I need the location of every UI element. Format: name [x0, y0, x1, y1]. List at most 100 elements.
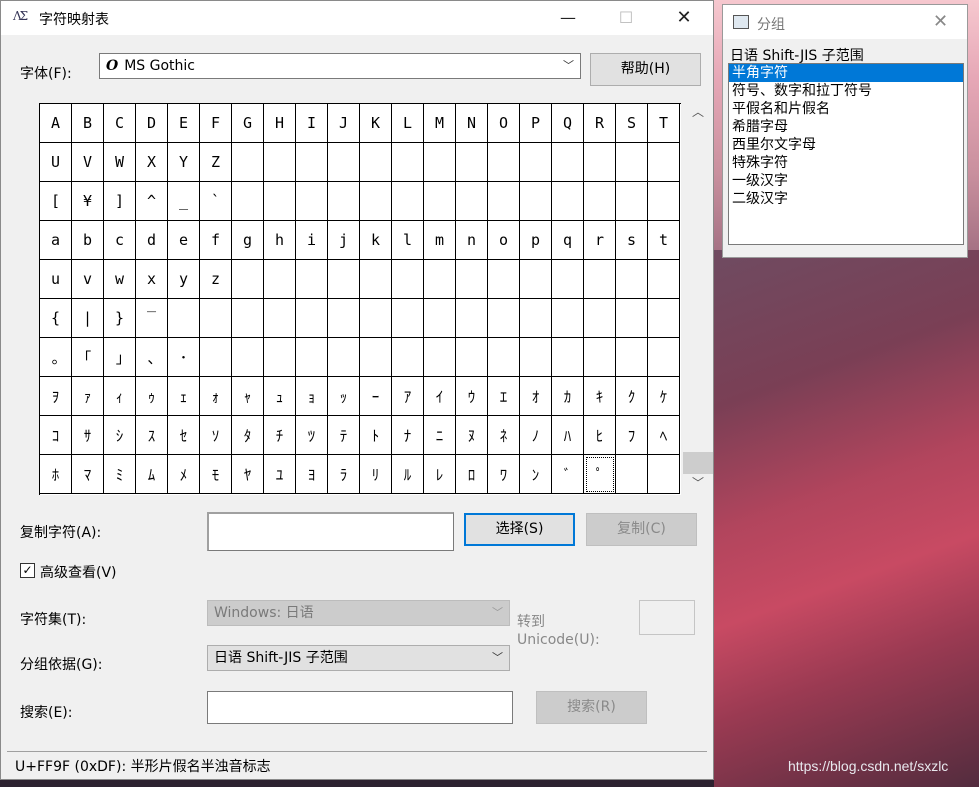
char-cell[interactable]: g — [232, 221, 264, 260]
char-cell[interactable]: ｷ — [584, 377, 616, 416]
char-cell[interactable] — [648, 338, 680, 377]
char-cell[interactable]: ｾ — [168, 416, 200, 455]
char-cell[interactable] — [584, 260, 616, 299]
char-cell[interactable]: ﾒ — [168, 455, 200, 494]
char-cell[interactable] — [520, 338, 552, 377]
char-cell[interactable] — [520, 299, 552, 338]
char-cell[interactable] — [648, 260, 680, 299]
char-cell[interactable]: k — [360, 221, 392, 260]
char-cell[interactable] — [552, 338, 584, 377]
char-cell[interactable] — [616, 338, 648, 377]
char-cell[interactable]: M — [424, 104, 456, 143]
char-cell[interactable]: ｶ — [552, 377, 584, 416]
char-cell[interactable]: ﾈ — [488, 416, 520, 455]
char-cell[interactable]: ¥ — [72, 182, 104, 221]
char-cell[interactable]: B — [72, 104, 104, 143]
char-cell[interactable]: x — [136, 260, 168, 299]
group-list[interactable]: 半角字符 符号、数字和拉丁符号 平假名和片假名 希腊字母 西里尔文字母 特殊字符 一级汉字二… — [728, 63, 964, 245]
char-cell[interactable] — [328, 182, 360, 221]
char-cell[interactable] — [616, 260, 648, 299]
character-grid[interactable]: A B C D E F G H I J K L M N O P Q R S T U V W X Y Z [¥] ^ _ ` a b c d e f g h… — [39, 103, 681, 495]
copy-button[interactable]: 复制(C) — [586, 513, 697, 546]
char-cell[interactable] — [584, 182, 616, 221]
char-cell[interactable] — [456, 260, 488, 299]
char-cell[interactable]: ｵ — [520, 377, 552, 416]
groupby-select[interactable]: 日语 Shift-JIS 子范围 ﹀ — [207, 645, 510, 671]
char-cell[interactable] — [456, 299, 488, 338]
char-cell[interactable] — [456, 338, 488, 377]
char-cell[interactable]: ﾊ — [552, 416, 584, 455]
char-cell[interactable]: ｨ — [104, 377, 136, 416]
char-cell[interactable] — [392, 182, 424, 221]
char-cell[interactable]: q — [552, 221, 584, 260]
char-cell[interactable]: Q — [552, 104, 584, 143]
select-button[interactable]: 选择(S) — [464, 513, 575, 546]
char-cell[interactable] — [648, 455, 680, 494]
group-list-item[interactable]: 西里尔文字母 — [729, 136, 963, 154]
char-cell[interactable]: ｱ — [392, 377, 424, 416]
char-cell[interactable] — [456, 182, 488, 221]
char-cell[interactable]: ｳ — [456, 377, 488, 416]
char-cell[interactable]: S — [616, 104, 648, 143]
char-cell[interactable] — [232, 338, 264, 377]
char-cell[interactable]: ﾓ — [200, 455, 232, 494]
char-cell[interactable]: o — [488, 221, 520, 260]
char-cell[interactable] — [424, 260, 456, 299]
char-cell[interactable] — [648, 143, 680, 182]
char-cell[interactable] — [424, 299, 456, 338]
char-cell[interactable] — [584, 299, 616, 338]
char-cell[interactable] — [552, 182, 584, 221]
char-cell[interactable]: ﾝ — [520, 455, 552, 494]
char-cell[interactable]: C — [104, 104, 136, 143]
char-cell[interactable]: d — [136, 221, 168, 260]
char-cell[interactable] — [360, 299, 392, 338]
char-cell[interactable] — [616, 182, 648, 221]
char-cell[interactable]: n — [456, 221, 488, 260]
char-cell[interactable]: a — [40, 221, 72, 260]
char-cell[interactable]: ｡ — [40, 338, 72, 377]
char-cell[interactable]: ^ — [136, 182, 168, 221]
char-cell[interactable] — [264, 260, 296, 299]
char-cell[interactable] — [264, 182, 296, 221]
char-cell[interactable]: ｻ — [72, 416, 104, 455]
group-list-item[interactable]: 一级汉字 — [729, 172, 963, 190]
char-cell[interactable]: J — [328, 104, 360, 143]
title-bar[interactable]: ΛΣ 字符映射表 — ☐ ✕ — [1, 1, 713, 35]
char-cell[interactable]: w — [104, 260, 136, 299]
char-cell[interactable]: X — [136, 143, 168, 182]
char-cell[interactable]: h — [264, 221, 296, 260]
char-cell[interactable]: ｸ — [616, 377, 648, 416]
char-cell[interactable]: ｼ — [104, 416, 136, 455]
char-cell[interactable]: ` — [200, 182, 232, 221]
char-cell[interactable]: ｭ — [264, 377, 296, 416]
minimize-button[interactable]: — — [539, 1, 597, 35]
font-select[interactable]: O MS Gothic ﹀ — [99, 53, 581, 79]
char-cell[interactable]: ｺ — [40, 416, 72, 455]
char-cell[interactable]: ﾃ — [328, 416, 360, 455]
maximize-button[interactable]: ☐ — [597, 1, 655, 35]
char-cell[interactable] — [328, 338, 360, 377]
char-cell[interactable]: l — [392, 221, 424, 260]
char-cell[interactable] — [392, 338, 424, 377]
scroll-up-icon[interactable]: ︿ — [683, 103, 713, 123]
char-cell[interactable] — [616, 299, 648, 338]
char-cell[interactable] — [296, 338, 328, 377]
char-cell[interactable]: ﾋ — [584, 416, 616, 455]
char-cell[interactable]: ﾇ — [456, 416, 488, 455]
char-cell[interactable]: I — [296, 104, 328, 143]
char-cell[interactable]: ﾅ — [392, 416, 424, 455]
scroll-thumb[interactable] — [683, 452, 713, 474]
search-input[interactable] — [207, 691, 513, 724]
char-cell[interactable] — [296, 299, 328, 338]
char-cell[interactable]: ｲ — [424, 377, 456, 416]
group-list-item[interactable]: 特殊字符 — [729, 154, 963, 172]
char-cell[interactable]: ｧ — [72, 377, 104, 416]
grid-scrollbar[interactable]: ︿ ﹀ — [683, 103, 713, 494]
char-cell[interactable]: Z — [200, 143, 232, 182]
char-cell[interactable] — [488, 182, 520, 221]
char-cell[interactable] — [552, 143, 584, 182]
char-cell[interactable]: ] — [104, 182, 136, 221]
char-cell[interactable] — [520, 260, 552, 299]
char-cell[interactable]: ｰ — [360, 377, 392, 416]
char-cell[interactable]: ｬ — [232, 377, 264, 416]
